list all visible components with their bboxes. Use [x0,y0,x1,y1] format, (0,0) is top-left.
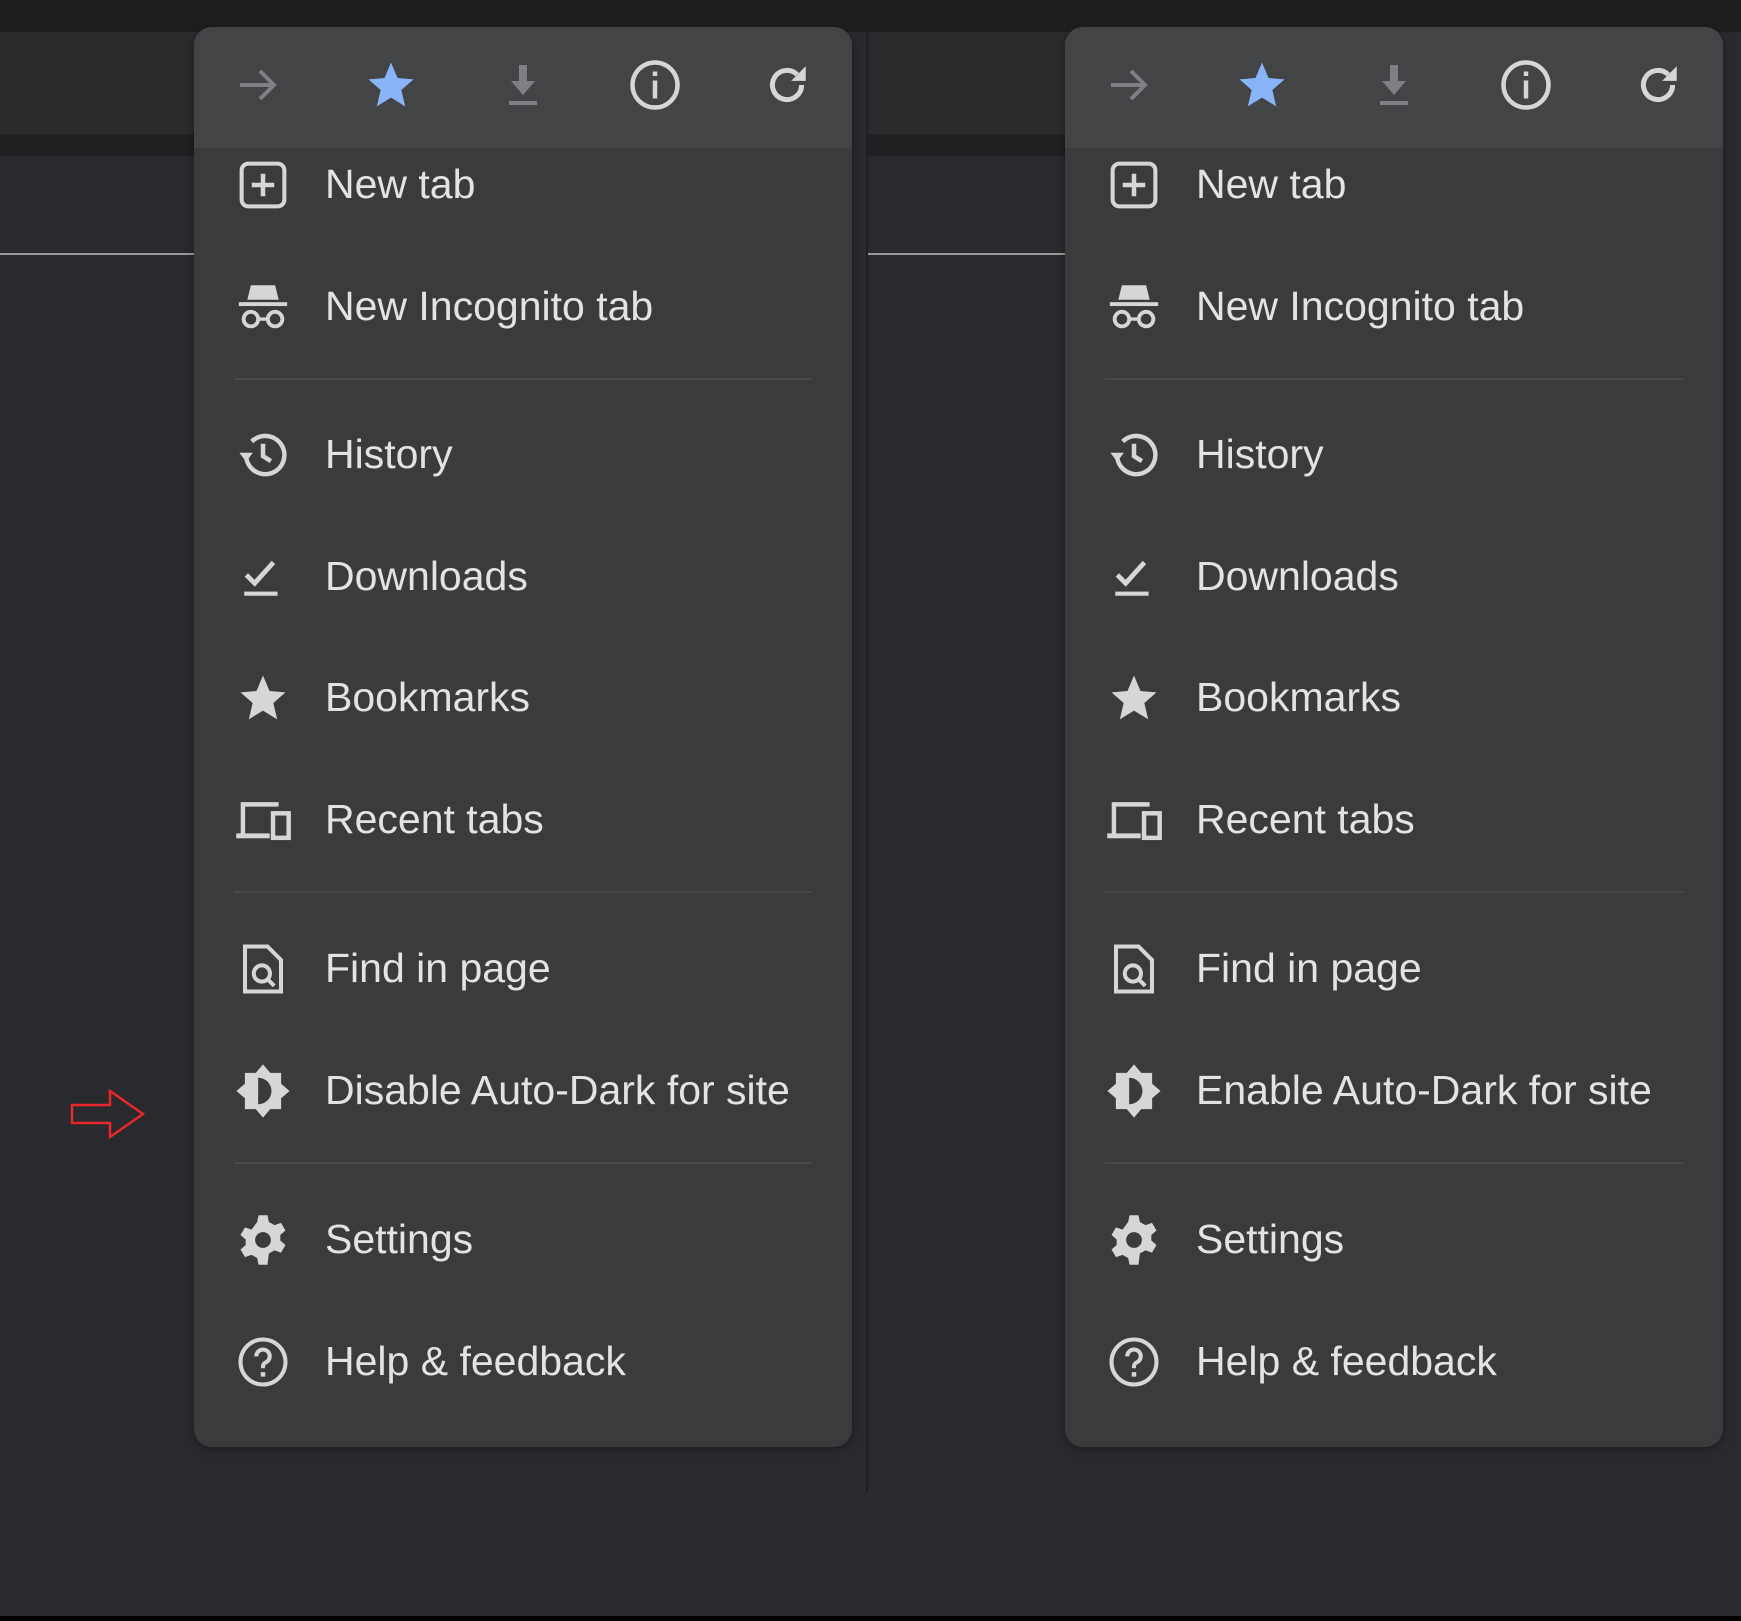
menu-item-new-tab[interactable]: New tab [1065,129,1723,239]
menu-separator [234,1162,812,1164]
download-button [493,57,553,117]
menu-item-recent-tabs[interactable]: Recent tabs [1065,764,1723,874]
bookmarks-icon [234,669,292,727]
incognito-icon [234,278,292,336]
downloads-icon [234,548,292,606]
menu-item-label: Help & feedback [325,1306,626,1416]
menu-item-bookmarks[interactable]: Bookmarks [194,642,852,752]
menu-item-label: Settings [1196,1184,1344,1294]
menu-item-label: New tab [325,129,475,239]
menu-item-new-incognito-tab[interactable]: New Incognito tab [194,251,852,361]
panel-divider [866,0,868,1493]
reload-icon [1633,60,1683,115]
bottom-edge [0,1616,1741,1621]
menu-item-history[interactable]: History [194,399,852,509]
menu-item-label: New Incognito tab [325,251,653,361]
divider-line-right [868,253,1065,255]
app-menu-left: New tab New Incognito tab History Downloads… [194,27,852,1447]
menu-item-help-feedback[interactable]: Help & feedback [1065,1306,1723,1416]
bookmark-star-button[interactable] [1232,57,1292,117]
find-in-page-icon [234,940,292,998]
menu-item-label: Find in page [325,913,551,1023]
menu-item-label: Settings [325,1184,473,1294]
menu-item-find-in-page[interactable]: Find in page [1065,913,1723,1023]
menu-item-label: Disable Auto-Dark for site [325,1035,790,1145]
forward-arrow-icon [1105,61,1153,114]
forward-arrow-button [228,57,288,117]
menu-item-recent-tabs[interactable]: Recent tabs [194,764,852,874]
menu-item-label: Bookmarks [1196,642,1401,752]
app-menu-right: New tab New Incognito tab History Downloads… [1065,27,1723,1447]
annotation-arrow-icon [70,1088,146,1140]
divider-line-left [0,253,194,255]
menu-separator [234,891,812,893]
menu-item-history[interactable]: History [1065,399,1723,509]
help-icon [234,1333,292,1391]
info-icon [628,58,682,117]
menu-item-disable-auto-dark-for-site[interactable]: Disable Auto-Dark for site [194,1035,852,1145]
menu-item-settings[interactable]: Settings [194,1184,852,1294]
help-icon [1105,1333,1163,1391]
menu-item-label: History [1196,399,1324,509]
menu-item-label: Help & feedback [1196,1306,1497,1416]
reload-button[interactable] [757,57,817,117]
new-tab-icon [1105,156,1163,214]
download-icon [499,61,547,114]
menu-item-downloads[interactable]: Downloads [1065,521,1723,631]
menu-item-new-incognito-tab[interactable]: New Incognito tab [1065,251,1723,361]
menu-item-label: Downloads [1196,521,1399,631]
reload-button[interactable] [1628,57,1688,117]
tabstrip-right [868,134,1065,156]
menu-item-label: New Incognito tab [1196,251,1524,361]
forward-arrow-button [1099,57,1159,117]
menu-item-find-in-page[interactable]: Find in page [194,913,852,1023]
info-button[interactable] [1496,57,1556,117]
info-icon [1499,58,1553,117]
downloads-icon [1105,548,1163,606]
menu-separator [1105,378,1683,380]
history-icon [1105,426,1163,484]
menu-item-new-tab[interactable]: New tab [194,129,852,239]
forward-arrow-icon [234,61,282,114]
new-tab-icon [234,156,292,214]
bookmarks-icon [1105,669,1163,727]
menu-item-label: Bookmarks [325,642,530,752]
menu-item-label: Recent tabs [325,764,544,874]
tabstrip-left [0,134,194,156]
find-in-page-icon [1105,940,1163,998]
toolbar-background-left [0,32,194,134]
menu-item-settings[interactable]: Settings [1065,1184,1723,1294]
menu-item-label: History [325,399,453,509]
incognito-icon [1105,278,1163,336]
reload-icon [762,60,812,115]
recent-tabs-icon [234,791,292,849]
info-button[interactable] [625,57,685,117]
history-icon [234,426,292,484]
settings-icon [1105,1211,1163,1269]
auto-dark-icon [234,1062,292,1120]
menu-item-label: Downloads [325,521,528,631]
bookmark-star-button[interactable] [361,57,421,117]
bookmark-star-icon [364,58,418,117]
auto-dark-icon [1105,1062,1163,1120]
toolbar-background-right [868,32,1065,134]
menu-separator [1105,891,1683,893]
recent-tabs-icon [1105,791,1163,849]
menu-item-label: Enable Auto-Dark for site [1196,1035,1652,1145]
download-icon [1370,61,1418,114]
menu-item-enable-auto-dark-for-site[interactable]: Enable Auto-Dark for site [1065,1035,1723,1145]
menu-item-bookmarks[interactable]: Bookmarks [1065,642,1723,752]
settings-icon [234,1211,292,1269]
bookmark-star-icon [1235,58,1289,117]
download-button [1364,57,1424,117]
menu-item-label: Recent tabs [1196,764,1415,874]
menu-item-label: Find in page [1196,913,1422,1023]
menu-item-label: New tab [1196,129,1346,239]
menu-separator [1105,1162,1683,1164]
menu-item-help-feedback[interactable]: Help & feedback [194,1306,852,1416]
menu-separator [234,378,812,380]
menu-item-downloads[interactable]: Downloads [194,521,852,631]
